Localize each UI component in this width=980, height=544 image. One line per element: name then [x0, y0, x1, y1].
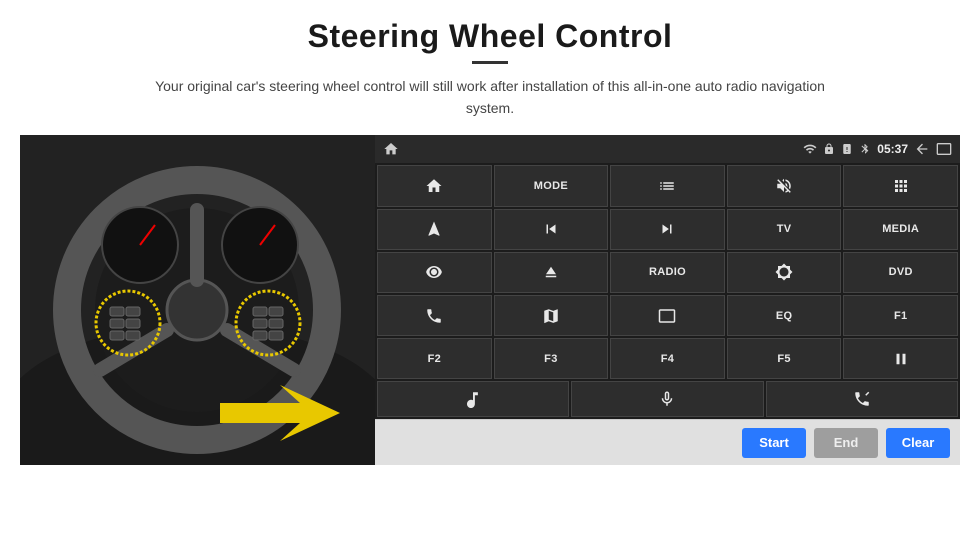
btn-mic[interactable] [571, 381, 763, 417]
btn-music[interactable] [377, 381, 569, 417]
wifi-icon [803, 142, 817, 156]
last-row [375, 381, 960, 419]
bottom-bar: Start End Clear [375, 419, 960, 465]
btn-f2[interactable]: F2 [377, 338, 492, 379]
btn-prev[interactable] [494, 209, 609, 250]
page-subtitle: Your original car's steering wheel contr… [140, 76, 840, 119]
btn-nav[interactable] [377, 209, 492, 250]
btn-f5[interactable]: F5 [727, 338, 842, 379]
btn-media[interactable]: MEDIA [843, 209, 958, 250]
btn-playpause[interactable] [843, 338, 958, 379]
control-panel: 05:37 MODE [375, 135, 960, 465]
status-bar-right: 05:37 [803, 141, 952, 157]
btn-next[interactable] [610, 209, 725, 250]
page-container: Steering Wheel Control Your original car… [0, 0, 980, 544]
btn-tv[interactable]: TV [727, 209, 842, 250]
btn-list[interactable] [610, 165, 725, 206]
steering-wheel-image [20, 135, 375, 465]
btn-eject[interactable] [494, 252, 609, 293]
status-time: 05:37 [877, 142, 908, 156]
btn-map[interactable] [494, 295, 609, 336]
btn-f4[interactable]: F4 [610, 338, 725, 379]
btn-mute[interactable] [727, 165, 842, 206]
btn-dvd[interactable]: DVD [843, 252, 958, 293]
btn-phone[interactable] [377, 295, 492, 336]
btn-brightness[interactable] [727, 252, 842, 293]
btn-mode[interactable]: MODE [494, 165, 609, 206]
lock-icon [823, 143, 835, 155]
status-bar-left [383, 141, 399, 157]
button-grid: MODE [375, 163, 960, 381]
btn-apps[interactable] [843, 165, 958, 206]
btn-f3[interactable]: F3 [494, 338, 609, 379]
bluetooth-icon [859, 143, 871, 155]
btn-f1[interactable]: F1 [843, 295, 958, 336]
page-title: Steering Wheel Control [308, 18, 673, 55]
home-status-icon [383, 141, 399, 157]
btn-call[interactable] [766, 381, 958, 417]
btn-home[interactable] [377, 165, 492, 206]
status-bar: 05:37 [375, 135, 960, 163]
btn-display[interactable] [610, 295, 725, 336]
title-divider [472, 61, 508, 64]
end-button[interactable]: End [814, 428, 878, 458]
sim-icon [841, 143, 853, 155]
btn-radio[interactable]: RADIO [610, 252, 725, 293]
clear-button[interactable]: Clear [886, 428, 950, 458]
start-button[interactable]: Start [742, 428, 806, 458]
btn-eq[interactable]: EQ [727, 295, 842, 336]
screen-icon [936, 141, 952, 157]
back-icon [914, 141, 930, 157]
content-row: 05:37 MODE [20, 135, 960, 465]
btn-360[interactable] [377, 252, 492, 293]
